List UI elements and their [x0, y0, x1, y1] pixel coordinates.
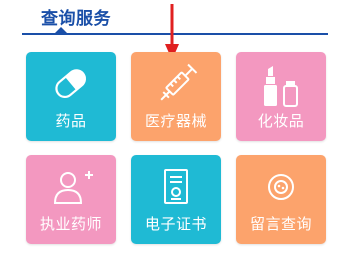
syringe-icon: [160, 63, 198, 101]
tile-cosmetics[interactable]: 化妆品: [236, 52, 326, 141]
tile-label: 执业药师: [39, 215, 102, 233]
tile-label: 化妆品: [257, 112, 305, 130]
tile-licensed-pharmacist[interactable]: 执业药师: [26, 155, 116, 244]
tile-label: 药品: [55, 112, 87, 130]
tile-drugs[interactable]: 药品: [26, 52, 116, 141]
tile-message-inquiry[interactable]: 留言查询: [236, 155, 326, 244]
tile-label: 电子证书: [144, 215, 207, 233]
section-title: 查询服务: [41, 9, 111, 29]
certificate-icon: [164, 169, 188, 204]
tile-medical-devices[interactable]: 医疗器械: [131, 52, 221, 141]
tile-label: 医疗器械: [144, 112, 207, 130]
message-icon: [268, 174, 294, 200]
tile-e-certificate[interactable]: 电子证书: [131, 155, 221, 244]
tile-label: 留言查询: [249, 215, 312, 233]
pill-icon: [55, 69, 87, 99]
add-user-icon: [53, 171, 93, 204]
cosmetics-icon: [264, 66, 298, 107]
